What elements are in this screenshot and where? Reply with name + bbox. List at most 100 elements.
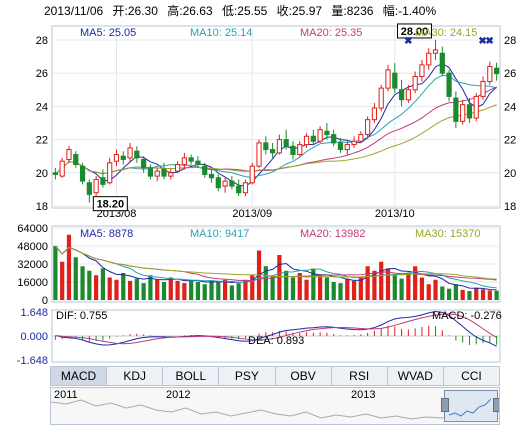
candle-down bbox=[229, 180, 235, 187]
price-tick-left: 18 bbox=[36, 201, 48, 213]
volume-bar-down bbox=[446, 288, 452, 300]
volume-bar-up bbox=[182, 283, 187, 300]
volume-bar-down bbox=[100, 268, 106, 300]
volume-bar-down bbox=[121, 273, 126, 300]
volume-bar-down bbox=[229, 285, 234, 300]
candle-down bbox=[392, 72, 398, 89]
price-ma-legend-0: MA5: 25.05 bbox=[80, 27, 136, 39]
candle-up bbox=[93, 178, 99, 194]
macd-tick: 1.648 bbox=[20, 307, 48, 319]
candle-down bbox=[337, 142, 344, 151]
candle-up bbox=[303, 135, 310, 146]
tab-macd[interactable]: MACD bbox=[51, 367, 108, 385]
volume-bar-up bbox=[155, 279, 160, 300]
event-marker-icon: ✖ bbox=[485, 36, 493, 47]
volume-bar-up bbox=[94, 275, 99, 300]
price-tick-left: 22 bbox=[36, 135, 48, 147]
volume-bar-up bbox=[433, 279, 438, 300]
candle-down bbox=[202, 165, 208, 175]
price-tick-right: 18 bbox=[504, 201, 516, 213]
price-tick-right: 24 bbox=[504, 101, 516, 113]
tab-rsi[interactable]: RSI bbox=[332, 367, 388, 385]
candle-up bbox=[168, 172, 174, 177]
volume-bar-down bbox=[189, 279, 194, 300]
candle-up bbox=[351, 140, 357, 146]
volume-bar-up bbox=[474, 287, 479, 300]
macd-dif-label: DIF: 0.755 bbox=[56, 310, 107, 322]
volume-bar-down bbox=[80, 266, 85, 300]
candle-up bbox=[385, 69, 391, 89]
navigator-range-handle[interactable] bbox=[444, 390, 498, 422]
quote-close: 收:25.97 bbox=[276, 4, 323, 18]
candle-up bbox=[480, 80, 486, 97]
candle-up bbox=[426, 52, 432, 66]
quote-low: 低:25.55 bbox=[221, 4, 268, 18]
candle-up bbox=[222, 180, 228, 187]
volume-bar-down bbox=[331, 282, 336, 300]
tab-boll[interactable]: BOLL bbox=[163, 367, 220, 385]
candle-down bbox=[100, 177, 106, 185]
price-tick-right: 22 bbox=[504, 135, 516, 147]
navigator-history-line bbox=[51, 399, 499, 420]
price-tick-left: 20 bbox=[36, 168, 48, 180]
price-tick-left: 28 bbox=[36, 35, 48, 47]
volume-bar-up bbox=[175, 280, 180, 300]
volume-tick: 32000 bbox=[17, 259, 48, 271]
tab-psy[interactable]: PSY bbox=[219, 367, 276, 385]
volume-bar-up bbox=[222, 279, 228, 300]
volume-bar-up bbox=[345, 278, 350, 300]
candle-down bbox=[324, 130, 330, 136]
volume-bar-up bbox=[419, 277, 425, 300]
candle-up bbox=[405, 89, 411, 101]
volume-bar-down bbox=[209, 280, 214, 300]
candle-down bbox=[446, 72, 452, 97]
volume-bar-up bbox=[385, 268, 391, 300]
candle-down bbox=[147, 167, 154, 177]
candle-down bbox=[236, 185, 242, 194]
candle-down bbox=[208, 173, 215, 179]
volume-bar-down bbox=[134, 278, 139, 300]
volume-tick: 48000 bbox=[17, 241, 48, 253]
candle-down bbox=[73, 154, 79, 165]
quote-high: 高:26.63 bbox=[167, 4, 213, 18]
volume-bar-down bbox=[338, 283, 343, 300]
volume-bar-up bbox=[114, 279, 119, 300]
candle-up bbox=[297, 144, 303, 156]
quote-volume: 量:8236 bbox=[331, 4, 374, 18]
candle-down bbox=[439, 52, 445, 74]
time-navigator[interactable]: 2011 2012 2013 bbox=[50, 387, 500, 425]
volume-bar-down bbox=[324, 277, 330, 300]
candle-up bbox=[154, 170, 160, 177]
tab-wvad[interactable]: WVAD bbox=[388, 367, 444, 385]
navigator-year-2012: 2012 bbox=[166, 389, 191, 401]
candle-up bbox=[358, 134, 364, 142]
macd-tick: -1.648 bbox=[17, 355, 48, 367]
tab-kdj[interactable]: KDJ bbox=[107, 367, 164, 385]
price-tick-left: 24 bbox=[36, 101, 48, 113]
indicator-tabs: MACD KDJ BOLL PSY OBV RSI WVAD CCI bbox=[50, 366, 500, 386]
volume-bar-down bbox=[141, 283, 146, 300]
volume-bar-down bbox=[284, 270, 289, 300]
candle-down bbox=[466, 104, 473, 119]
candle-up bbox=[365, 119, 371, 136]
volume-bar-down bbox=[453, 284, 458, 300]
candle-up bbox=[113, 154, 120, 162]
navigator-left-grip[interactable] bbox=[441, 398, 449, 412]
candle-up bbox=[432, 49, 439, 54]
candle-up bbox=[242, 182, 249, 194]
tab-cci[interactable]: CCI bbox=[444, 367, 499, 385]
macd-dea-label: DEA: 0.893 bbox=[248, 335, 304, 347]
volume-bar-down bbox=[87, 270, 92, 300]
price-tick-right: 28 bbox=[504, 35, 516, 47]
month-label: 2013/10 bbox=[375, 208, 415, 220]
candle-down bbox=[188, 157, 194, 162]
volume-bar-up bbox=[66, 234, 72, 300]
candle-down bbox=[494, 67, 500, 75]
candle-up bbox=[174, 163, 181, 172]
tab-obv[interactable]: OBV bbox=[276, 367, 332, 385]
candle-down bbox=[120, 155, 126, 161]
price-tick-right: 26 bbox=[504, 68, 516, 80]
navigator-right-grip[interactable] bbox=[493, 398, 499, 412]
quote-date: 2013/11/06 bbox=[44, 4, 104, 18]
volume-bar-up bbox=[406, 273, 411, 300]
